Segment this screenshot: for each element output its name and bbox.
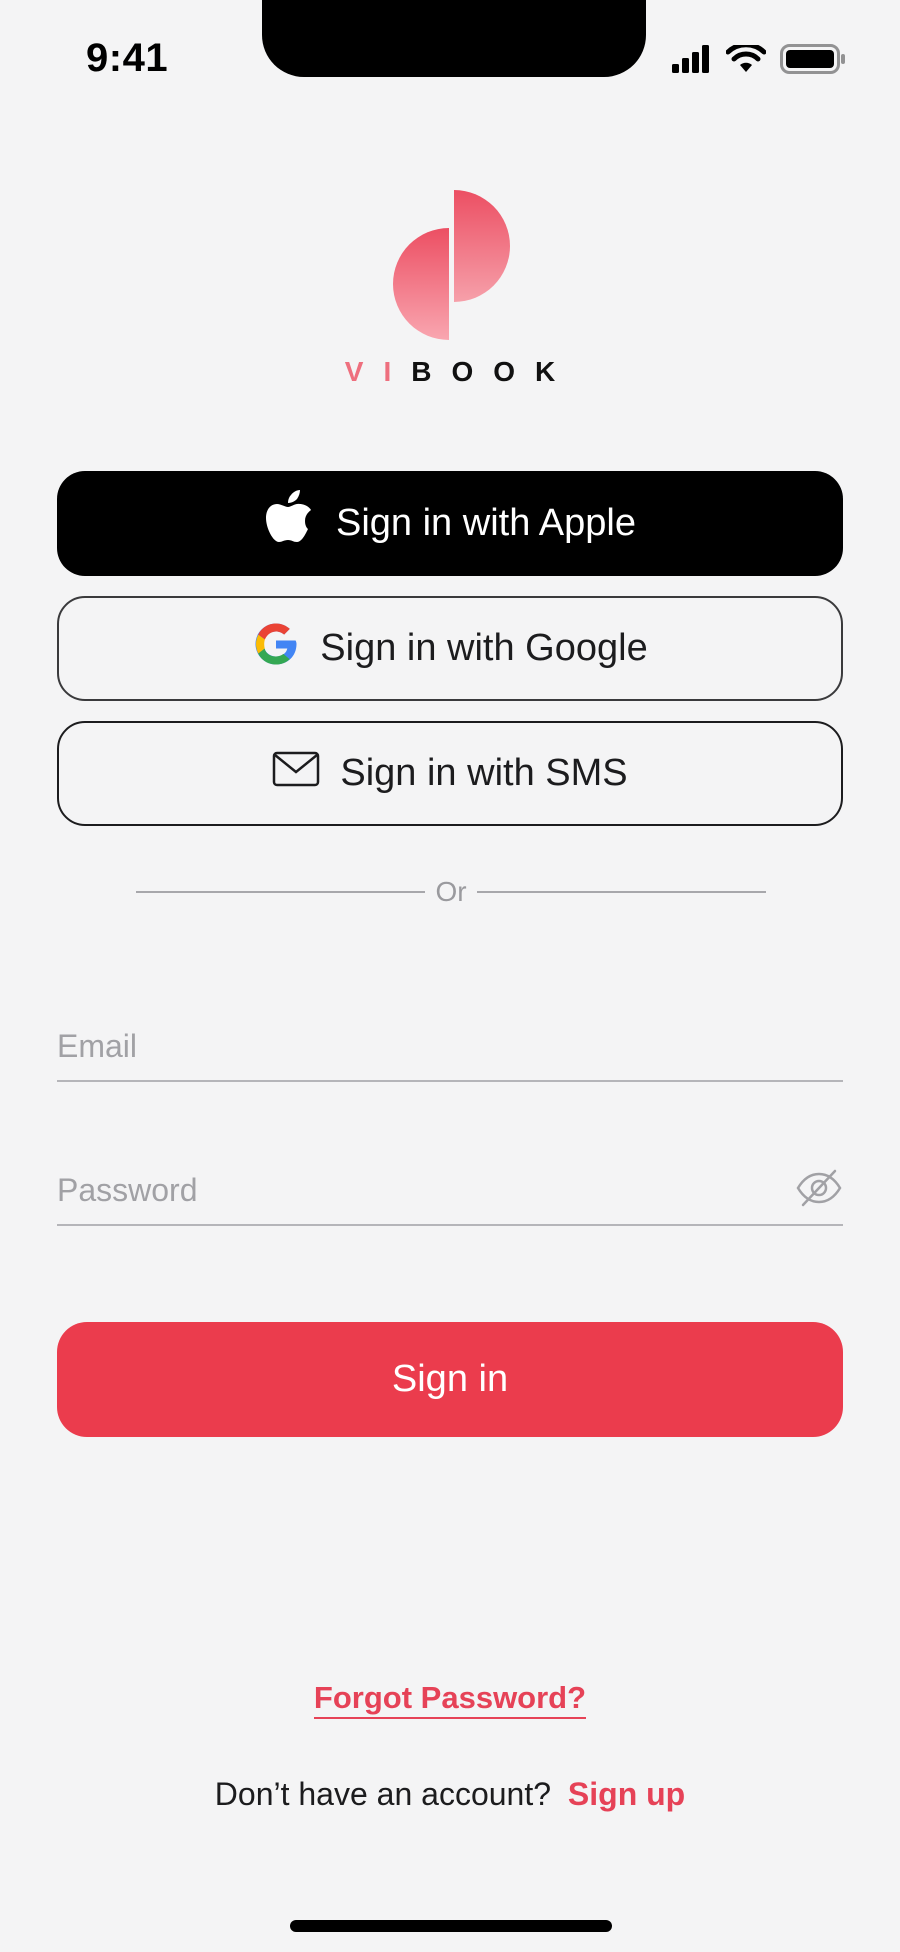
login-screen: 9:41 VIBOOK Sign in with Apple Sign in w…	[0, 0, 900, 1952]
no-account-text: Don’t have an account?	[214, 1776, 552, 1812]
wifi-icon	[725, 42, 767, 78]
or-divider: Or	[136, 872, 767, 912]
status-icons	[672, 42, 846, 79]
email-input[interactable]	[57, 1027, 843, 1065]
password-input[interactable]	[57, 1171, 795, 1209]
divider-line-left	[136, 891, 426, 893]
brand-name-accent: VI	[344, 356, 412, 387]
password-field-container	[57, 1156, 843, 1226]
sms-button-label: Sign in with SMS	[340, 752, 628, 794]
or-label: Or	[435, 876, 467, 907]
google-button-label: Sign in with Google	[320, 627, 648, 669]
apple-button-label: Sign in with Apple	[336, 502, 636, 544]
status-time: 9:41	[86, 36, 169, 80]
home-indicator[interactable]	[290, 1920, 612, 1932]
eye-off-icon[interactable]	[795, 1168, 843, 1213]
forgot-password-link[interactable]: Forgot Password?	[313, 1680, 587, 1719]
google-icon	[252, 620, 300, 678]
sign-in-with-sms-button[interactable]: Sign in with SMS	[57, 721, 843, 826]
sign-in-with-google-button[interactable]: Sign in with Google	[57, 596, 843, 701]
vibook-logo-icon	[392, 188, 510, 344]
signal-icon	[672, 45, 712, 78]
brand-name-rest: BOOK	[411, 356, 576, 387]
sign-in-button[interactable]: Sign in	[57, 1322, 843, 1437]
email-field-container	[57, 1012, 843, 1082]
battery-icon	[780, 44, 846, 79]
sign-in-button-label: Sign in	[391, 1358, 509, 1400]
apple-icon	[264, 489, 316, 558]
device-notch	[262, 0, 646, 77]
envelope-icon	[272, 751, 320, 797]
brand-wordmark: VIBOOK	[0, 356, 900, 388]
sign-up-link[interactable]: Sign up	[568, 1776, 685, 1812]
forgot-password-row: Forgot Password?	[0, 1680, 900, 1719]
sign-in-with-apple-button[interactable]: Sign in with Apple	[57, 471, 843, 576]
signup-row: Don’t have an account? Sign up	[0, 1776, 900, 1813]
divider-line-right	[476, 891, 767, 893]
